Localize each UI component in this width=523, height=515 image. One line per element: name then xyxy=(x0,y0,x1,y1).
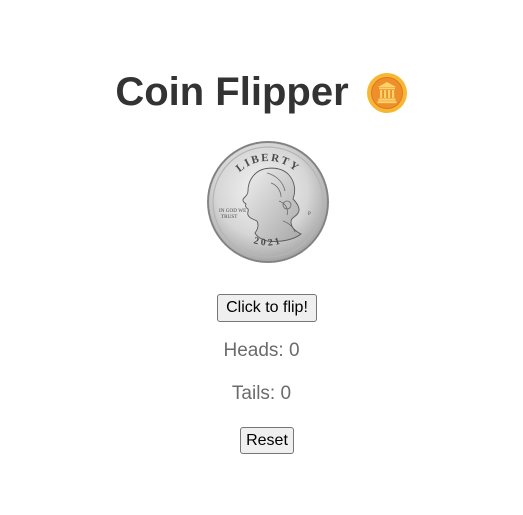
tails-value: 0 xyxy=(280,383,292,404)
heads-count: Heads: 0 xyxy=(0,340,523,362)
reset-button[interactable]: Reset xyxy=(240,427,294,454)
flip-button[interactable]: Click to flip! xyxy=(217,294,317,322)
header: Coin Flipper xyxy=(0,66,523,118)
heads-label: Heads: xyxy=(223,340,284,361)
tails-label: Tails: xyxy=(231,383,276,404)
coin-emoji-icon xyxy=(366,72,408,114)
page-title: Coin Flipper xyxy=(115,70,349,114)
heads-value: 0 xyxy=(288,340,300,361)
coin-flipper-app: Coin Flipper LIBERTY IN GOD WE TRUST P 2… xyxy=(0,0,523,515)
coin-image: LIBERTY IN GOD WE TRUST P 2021 xyxy=(205,139,331,265)
title-container: Coin Flipper xyxy=(115,66,407,118)
tails-count: Tails: 0 xyxy=(0,383,523,405)
svg-text:TRUST: TRUST xyxy=(221,214,238,220)
svg-text:P: P xyxy=(308,212,311,217)
quarter-coin-heads-icon: LIBERTY IN GOD WE TRUST P 2021 xyxy=(207,141,329,263)
